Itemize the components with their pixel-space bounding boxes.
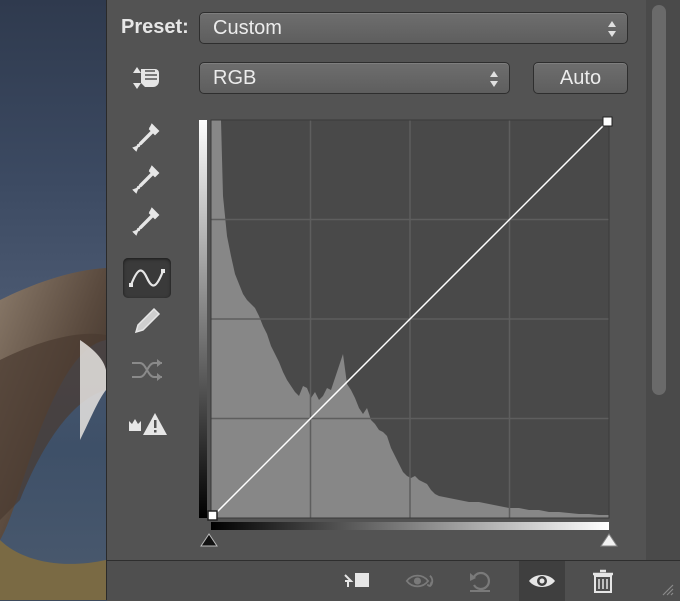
black-input-slider[interactable] (200, 533, 218, 547)
curves-graph[interactable] (199, 116, 619, 556)
updown-arrows-icon (608, 21, 616, 37)
curve-points-icon[interactable] (123, 258, 171, 298)
sample-black-point-eyedropper-icon[interactable] (123, 118, 171, 158)
sample-gray-point-eyedropper-icon[interactable] (123, 160, 171, 200)
channel-dropdown[interactable]: RGB (199, 62, 510, 94)
white-input-slider[interactable] (600, 533, 618, 547)
auto-button[interactable]: Auto (533, 62, 628, 94)
scrollbar-thumb[interactable] (652, 5, 666, 395)
channel-value: RGB (213, 67, 257, 89)
canvas-photo (0, 0, 106, 600)
panel-footer (107, 560, 680, 601)
trash-icon[interactable] (587, 569, 619, 593)
resize-grip-icon[interactable] (659, 581, 675, 597)
input-gradient-bar (211, 522, 609, 530)
sample-white-point-eyedropper-icon[interactable] (123, 202, 171, 242)
on-image-adjust-hand-icon[interactable] (123, 58, 171, 98)
preset-dropdown[interactable]: Custom (199, 12, 628, 44)
smooth-curve-icon (123, 350, 171, 390)
white-point-handle[interactable] (602, 116, 613, 127)
clipping-warning-icon[interactable] (123, 404, 171, 444)
updown-arrows-icon (490, 71, 498, 87)
view-previous-state-icon (405, 569, 437, 593)
reset-icon (465, 569, 497, 593)
visibility-eye-icon[interactable] (526, 569, 558, 593)
pencil-draw-icon[interactable] (123, 302, 171, 342)
preset-label: Preset: (121, 16, 189, 38)
output-gradient-bar (199, 120, 207, 518)
curves-properties-panel: Preset: Custom RGB Auto (106, 0, 680, 601)
black-point-handle[interactable] (207, 510, 218, 521)
clip-to-layer-icon[interactable] (341, 569, 373, 593)
preset-value: Custom (213, 17, 282, 39)
